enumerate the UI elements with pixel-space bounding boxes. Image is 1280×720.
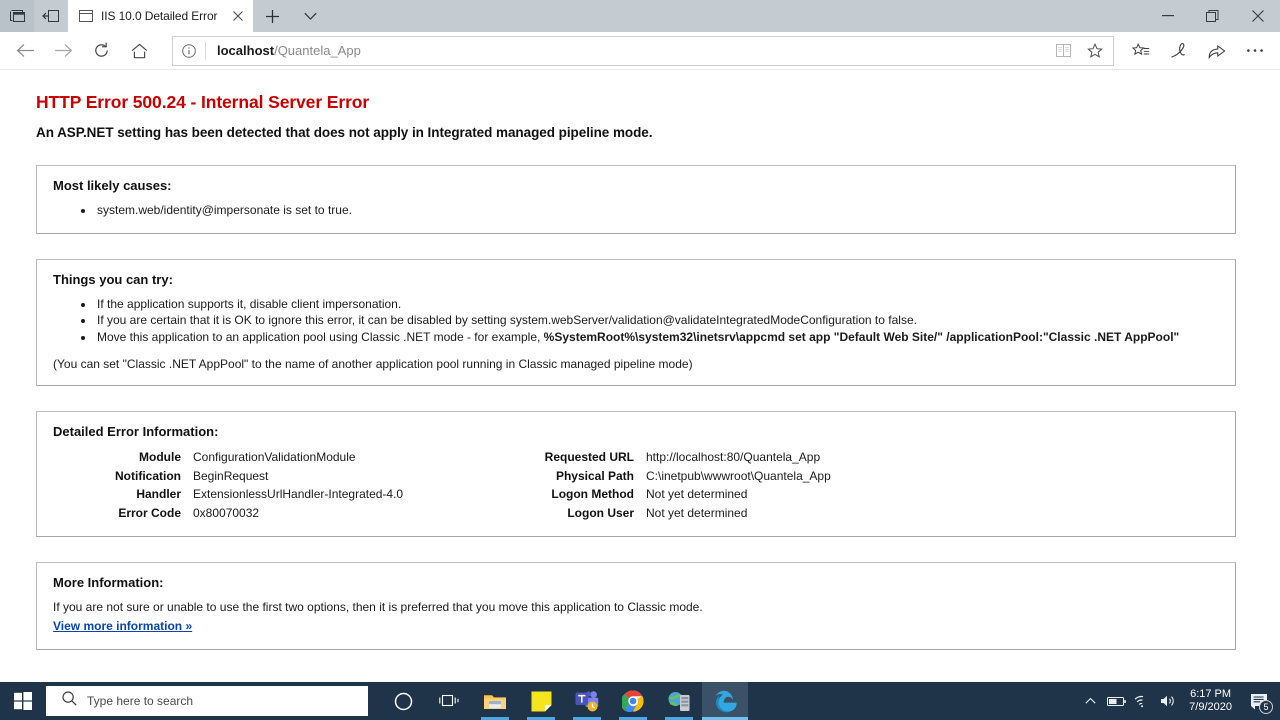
tab-title: IIS 10.0 Detailed Error - <box>101 9 220 23</box>
browser-window: IIS 10.0 Detailed Error - localhost/Quan… <box>0 0 1280 682</box>
search-placeholder: Type here to search <box>87 694 194 708</box>
page-content: HTTP Error 500.24 - Internal Server Erro… <box>0 70 1280 681</box>
close-button[interactable] <box>1235 0 1280 32</box>
volume-icon[interactable] <box>1155 682 1181 720</box>
list-item: Move this application to an application … <box>95 329 1219 346</box>
tab-preview-icon[interactable] <box>0 0 34 32</box>
more-information-text: If you are not sure or unable to use the… <box>53 600 703 614</box>
more-ellipsis-icon[interactable] <box>1236 34 1274 68</box>
window-controls <box>1145 0 1280 32</box>
minimize-button[interactable] <box>1145 0 1190 32</box>
detailed-error-table: Module ConfigurationValidationModule Req… <box>53 448 1219 522</box>
detail-value: ExtensionlessUrlHandler-Integrated-4.0 <box>193 487 404 501</box>
google-chrome-icon[interactable] <box>610 682 656 720</box>
url-host: localhost <box>217 43 275 58</box>
things-note: (You can set "Classic .NET AppPool" to t… <box>53 357 693 371</box>
causes-heading: Most likely causes: <box>53 178 172 193</box>
things-heading: Things you can try: <box>53 271 173 287</box>
home-icon[interactable] <box>120 34 158 68</box>
detail-key: Module <box>139 450 181 464</box>
wifi-icon[interactable] <box>1129 682 1155 720</box>
list-item-prefix: Move this application to an application … <box>97 329 544 344</box>
most-likely-causes-panel: Most likely causes: system.web/identity@… <box>36 165 1236 234</box>
reading-view-icon[interactable] <box>1047 37 1079 65</box>
detail-key: Logon Method <box>551 487 634 501</box>
list-item: If the application supports it, disable … <box>95 296 1219 313</box>
clock[interactable]: 6:17 PM 7/9/2020 <box>1181 688 1242 714</box>
detail-value: Not yet determined <box>646 487 748 501</box>
favorites-hub-icon[interactable] <box>1122 34 1160 68</box>
list-item: If you are certain that it is OK to igno… <box>95 312 1219 329</box>
battery-icon[interactable] <box>1103 682 1129 720</box>
view-more-information-link[interactable]: View more information » <box>53 619 192 633</box>
back-arrow-icon[interactable] <box>6 34 44 68</box>
share-icon[interactable] <box>1198 34 1236 68</box>
detail-value: 0x80070032 <box>193 505 260 520</box>
navigation-toolbar: localhost/Quantela_App <box>0 32 1280 70</box>
notification-count-badge: 5 <box>1259 700 1273 714</box>
url-text[interactable]: localhost/Quantela_App <box>206 43 1047 58</box>
new-tab-button[interactable] <box>253 0 291 32</box>
detail-value: BeginRequest <box>193 468 269 483</box>
web-note-pen-icon[interactable] <box>1160 34 1198 68</box>
refresh-icon[interactable] <box>82 34 120 68</box>
iis-manager-icon[interactable] <box>656 682 702 720</box>
chevron-up-icon[interactable] <box>1077 682 1103 720</box>
system-tray: 6:17 PM 7/9/2020 5 <box>1077 682 1280 720</box>
detail-key: Handler <box>136 487 181 501</box>
detail-value: C:\inetpub\wwwroot\Quantela_App <box>646 468 831 483</box>
microsoft-edge-icon[interactable] <box>702 682 748 720</box>
file-explorer-icon[interactable] <box>472 682 518 720</box>
detail-key: Requested URL <box>544 450 634 464</box>
more-information-heading: More Information: <box>53 575 164 590</box>
chevron-down-icon[interactable] <box>291 0 329 32</box>
detailed-error-heading: Detailed Error Information: <box>53 424 219 439</box>
search-icon <box>62 691 77 711</box>
microsoft-teams-icon[interactable] <box>564 682 610 720</box>
windows-start-icon[interactable] <box>0 682 46 720</box>
clock-date: 7/9/2020 <box>1189 701 1232 713</box>
detail-value: Not yet determined <box>646 505 748 520</box>
detail-key: Notification <box>115 468 181 483</box>
browser-tab[interactable]: IIS 10.0 Detailed Error - <box>68 0 253 32</box>
site-info-icon[interactable] <box>173 37 205 65</box>
detail-key: Logon User <box>567 505 634 520</box>
address-bar-actions <box>1047 37 1111 65</box>
star-icon[interactable] <box>1079 37 1111 65</box>
windows-taskbar: Type here to search 6:17 PM 7/9/2020 5 <box>0 682 1280 720</box>
forward-arrow-icon[interactable] <box>44 34 82 68</box>
sticky-notes-icon[interactable] <box>518 682 564 720</box>
cortana-icon[interactable] <box>380 682 426 720</box>
list-item: system.web/identity@impersonate is set t… <box>95 202 1219 219</box>
taskbar-items <box>380 682 748 720</box>
clock-time: 6:17 PM <box>1190 688 1232 700</box>
close-icon[interactable] <box>227 5 249 27</box>
browser-toolbar-actions <box>1122 34 1274 68</box>
tab-strip: IIS 10.0 Detailed Error - <box>0 0 1280 32</box>
things-list: If the application supports it, disable … <box>95 296 1219 346</box>
things-you-can-try-panel: Things you can try: If the application s… <box>36 258 1236 386</box>
search-input[interactable]: Type here to search <box>46 686 368 716</box>
maximize-button[interactable] <box>1190 0 1235 32</box>
page-title: HTTP Error 500.24 - Internal Server Erro… <box>36 92 370 112</box>
detailed-error-information-panel: Detailed Error Information: Module Confi… <box>36 411 1236 537</box>
detail-key: Error Code <box>118 505 181 520</box>
detail-value: ConfigurationValidationModule <box>193 450 356 464</box>
page-icon <box>78 8 94 24</box>
error-subtitle: An ASP.NET setting has been detected tha… <box>36 125 653 140</box>
detail-value: http://localhost:80/Quantela_App <box>646 450 821 464</box>
task-view-icon[interactable] <box>426 682 472 720</box>
address-bar[interactable]: localhost/Quantela_App <box>172 35 1114 66</box>
more-information-panel: More Information: If you are not sure or… <box>36 562 1236 650</box>
causes-list: system.web/identity@impersonate is set t… <box>95 202 1219 219</box>
action-center-icon[interactable]: 5 <box>1242 682 1276 720</box>
url-path: /Quantela_App <box>274 43 361 58</box>
detail-key: Physical Path <box>555 468 634 483</box>
list-item-command: %SystemRoot%\system32\inetsrv\appcmd set… <box>543 329 1180 344</box>
set-tabs-aside-icon[interactable] <box>34 0 68 32</box>
